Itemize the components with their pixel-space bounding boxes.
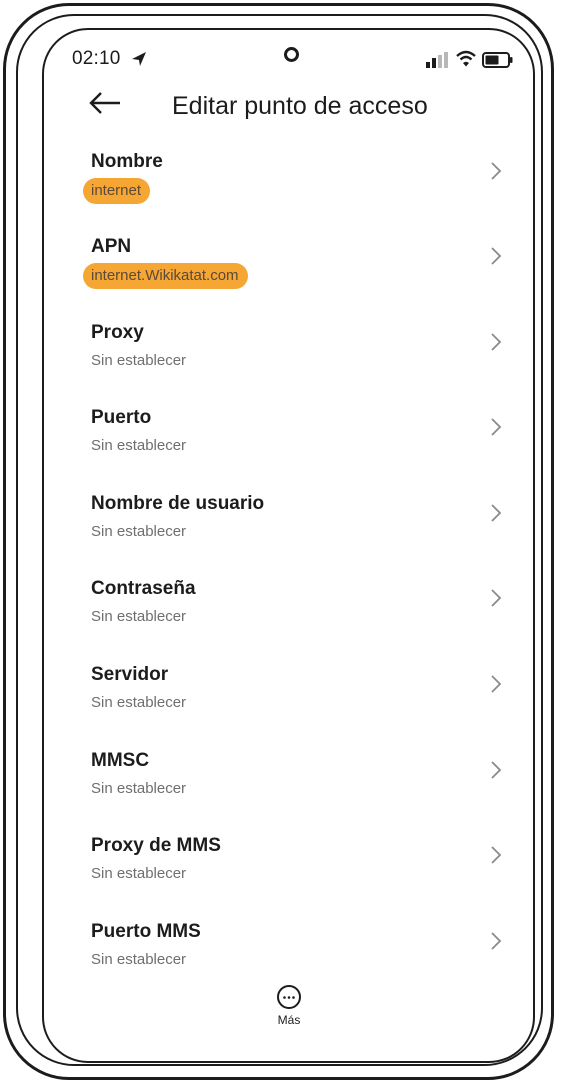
- list-item-mmsc[interactable]: MMSC Sin establecer: [44, 750, 533, 836]
- item-label: Nombre: [91, 151, 163, 172]
- item-value: internet.Wikikatat.com: [83, 263, 248, 289]
- chevron-right-icon: [491, 589, 502, 607]
- chevron-right-icon: [491, 162, 502, 180]
- front-camera: [284, 47, 299, 62]
- chevron-right-icon: [491, 247, 502, 265]
- chevron-right-icon: [491, 675, 502, 693]
- item-label: APN: [91, 236, 132, 257]
- chevron-right-icon: [491, 504, 502, 522]
- item-label: Puerto: [91, 407, 152, 428]
- back-arrow-icon[interactable]: [88, 90, 122, 116]
- chevron-right-icon: [491, 761, 502, 779]
- wifi-icon: [456, 50, 476, 67]
- more-icon: [277, 985, 301, 1009]
- list-item-proxy[interactable]: Proxy Sin establecer: [44, 322, 533, 408]
- list-item-nombre[interactable]: Nombre internet: [44, 151, 533, 237]
- item-label: Proxy de MMS: [91, 835, 221, 856]
- item-value: Sin establecer: [91, 951, 187, 968]
- phone-screen: 02:10 Editar punto de acceso Nombre inte…: [42, 28, 535, 1063]
- status-time: 02:10: [72, 48, 121, 69]
- chevron-right-icon: [491, 333, 502, 351]
- item-label: Proxy: [91, 322, 144, 343]
- item-value: internet: [83, 178, 151, 204]
- item-label: Contraseña: [91, 578, 196, 599]
- item-label: Nombre de usuario: [91, 493, 265, 514]
- item-value: Sin establecer: [91, 694, 187, 711]
- list-item-puerto[interactable]: Puerto Sin establecer: [44, 407, 533, 493]
- status-bar: 02:10: [44, 30, 533, 86]
- signal-icon: [426, 52, 448, 68]
- list-item-apn[interactable]: APN internet.Wikikatat.com: [44, 236, 533, 322]
- list-item-proxy-de-mms[interactable]: Proxy de MMS Sin establecer: [44, 835, 533, 921]
- item-label: MMSC: [91, 750, 150, 771]
- item-label: Servidor: [91, 664, 169, 685]
- item-value: Sin establecer: [91, 608, 187, 625]
- chevron-right-icon: [491, 932, 502, 950]
- battery-icon: [482, 52, 513, 68]
- item-value: Sin establecer: [91, 352, 187, 369]
- dots-icon: [283, 996, 295, 999]
- list-item-servidor[interactable]: Servidor Sin establecer: [44, 664, 533, 750]
- item-value: Sin establecer: [91, 437, 187, 454]
- page-title: Editar punto de acceso: [172, 92, 428, 120]
- location-arrow-icon: [132, 52, 146, 66]
- more-button[interactable]: Más: [267, 985, 311, 1031]
- item-value: Sin establecer: [91, 865, 187, 882]
- item-label: Puerto MMS: [91, 921, 201, 942]
- list-item-contrasena[interactable]: Contraseña Sin establecer: [44, 578, 533, 664]
- item-value: Sin establecer: [91, 523, 187, 540]
- list-item-nombre-de-usuario[interactable]: Nombre de usuario Sin establecer: [44, 493, 533, 579]
- chevron-right-icon: [491, 846, 502, 864]
- chevron-right-icon: [491, 418, 502, 436]
- item-value: Sin establecer: [91, 780, 187, 797]
- more-label: Más: [277, 1013, 301, 1027]
